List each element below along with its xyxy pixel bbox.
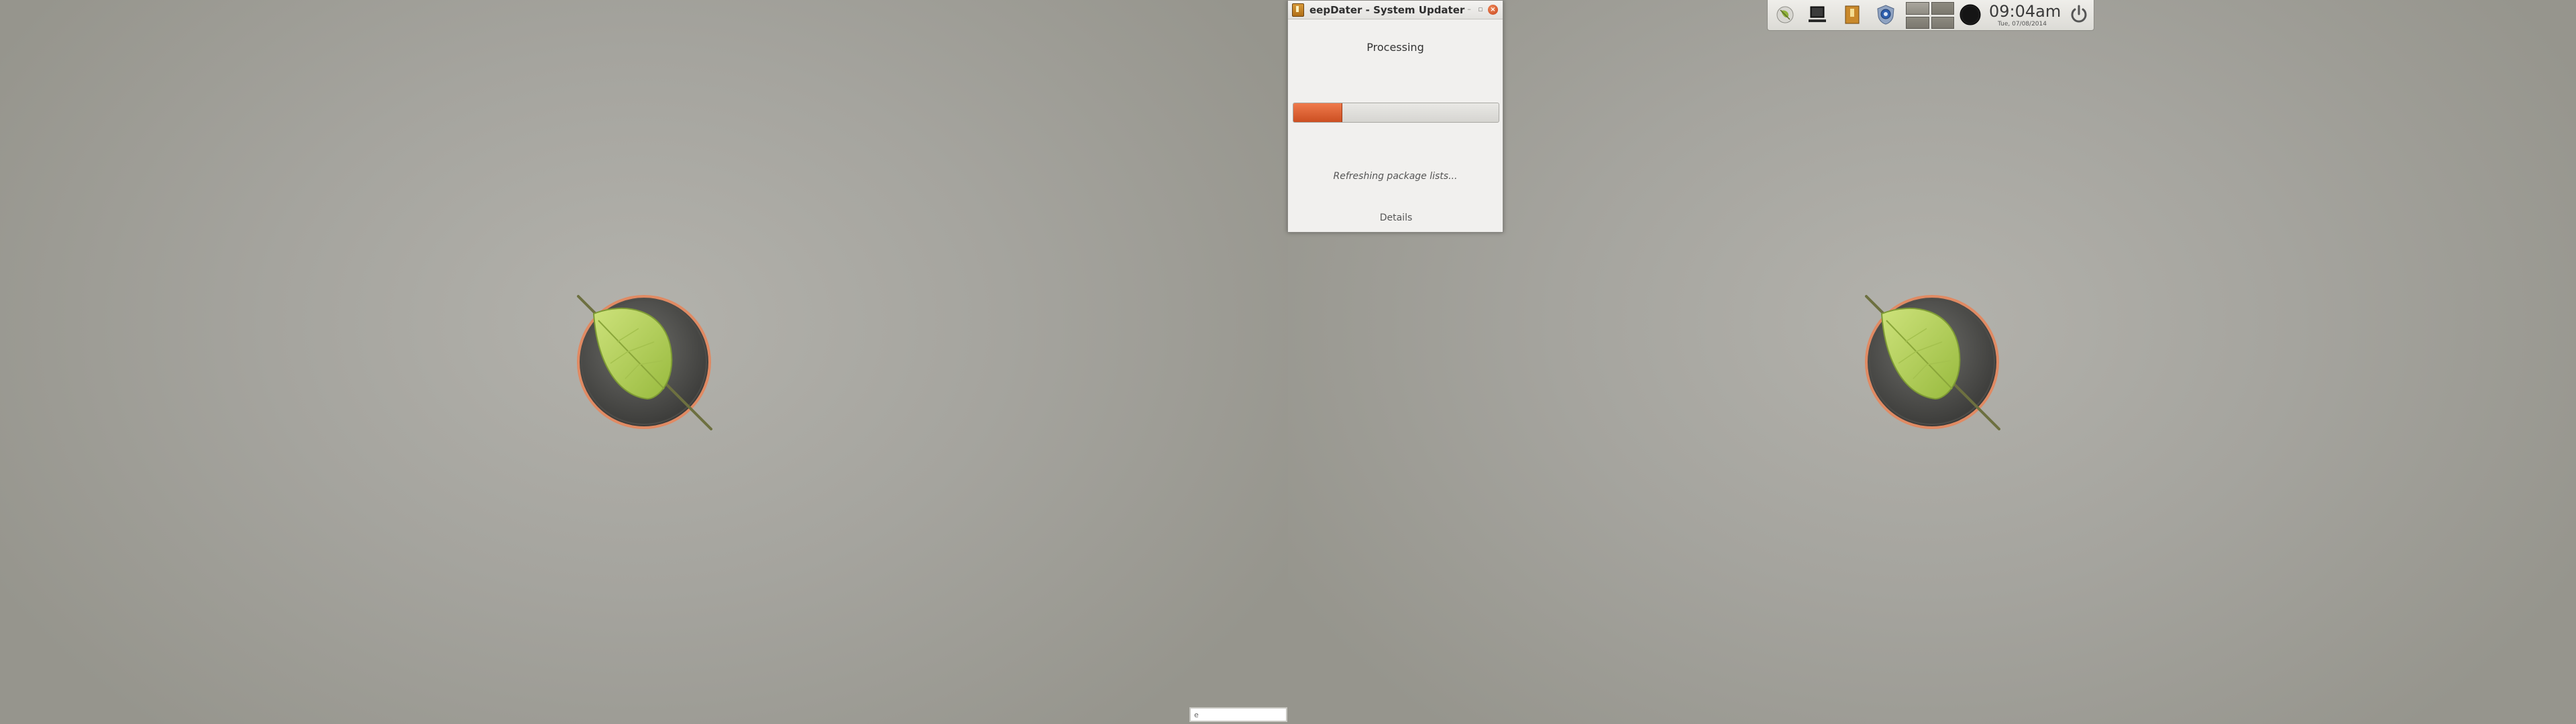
shield-icon[interactable] — [1874, 3, 1898, 27]
window-title: eepDater - System Updater — [1309, 3, 1465, 16]
search-input[interactable] — [1189, 707, 1287, 722]
workspace-1[interactable] — [1906, 2, 1929, 15]
wallpaper-leaf-logo — [564, 282, 724, 442]
details-button[interactable]: Details — [1373, 213, 1419, 223]
progress-bar — [1293, 103, 1499, 123]
power-icon[interactable] — [2067, 3, 2091, 27]
maximize-button[interactable]: ▫ — [1477, 5, 1485, 13]
clock-date: Tue, 07/08/2014 — [1998, 21, 2047, 27]
updater-window: eepDater - System Updater – ▫ × Processi… — [1287, 0, 1503, 233]
status-text: Refreshing package lists... — [1333, 171, 1458, 182]
close-button[interactable]: × — [1488, 5, 1498, 15]
clock-face-icon[interactable] — [1958, 3, 1982, 27]
clock-time: 09:04am — [1989, 2, 2061, 21]
window-titlebar[interactable]: eepDater - System Updater – ▫ × — [1288, 1, 1503, 19]
workspace-switcher — [1906, 2, 1954, 29]
minimize-button[interactable]: – — [1465, 5, 1473, 13]
progress-fill — [1293, 103, 1343, 122]
workspace-4[interactable] — [1931, 16, 1954, 29]
wallpaper-leaf-logo — [1851, 282, 2012, 442]
workspace-2[interactable] — [1931, 2, 1954, 15]
leaf-menu-icon[interactable] — [1773, 3, 1797, 27]
processing-heading: Processing — [1366, 41, 1424, 54]
workspace-3[interactable] — [1906, 16, 1929, 29]
monitor-icon[interactable] — [1805, 3, 1829, 27]
package-icon[interactable] — [1840, 3, 1864, 27]
package-icon — [1292, 3, 1304, 17]
top-panel: 09:04am Tue, 07/08/2014 — [1767, 0, 2094, 31]
